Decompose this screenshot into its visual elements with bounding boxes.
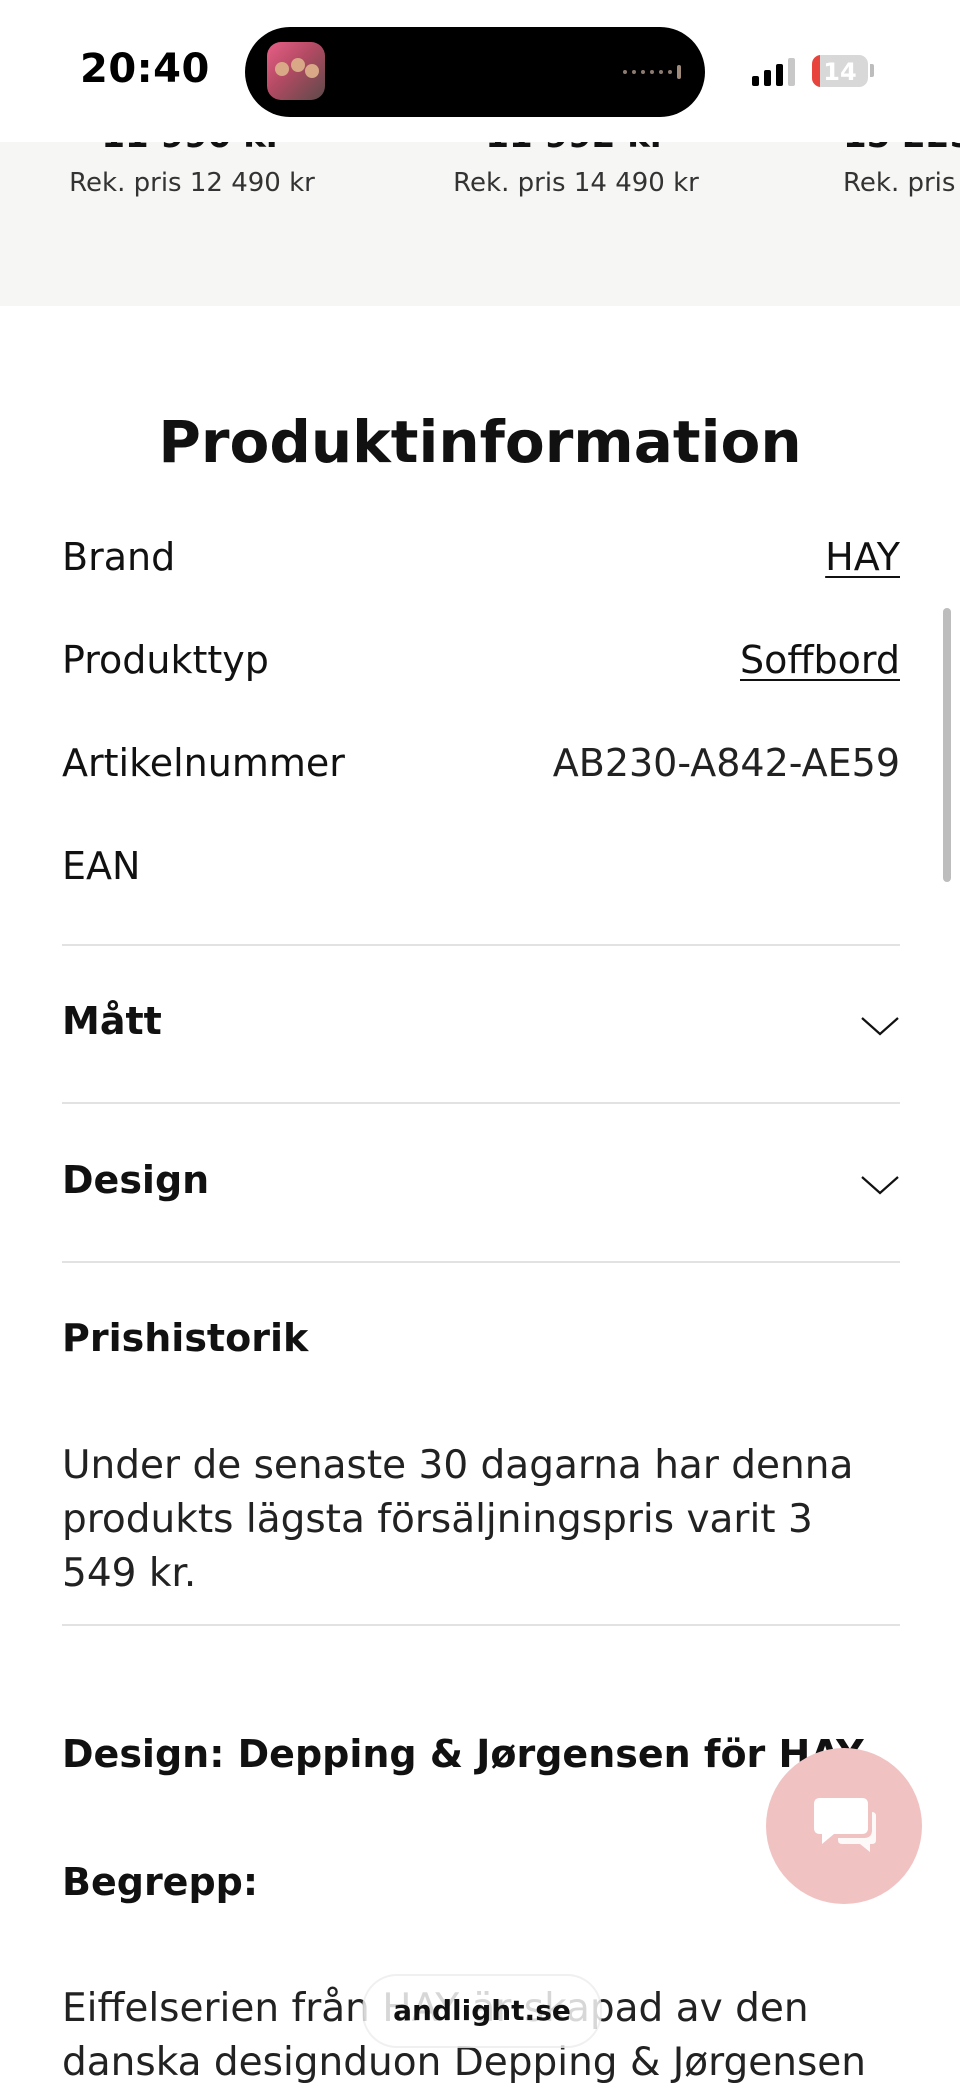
info-row-product-type: Produkttyp Soffbord <box>62 638 900 688</box>
chevron-down-icon <box>861 1017 899 1036</box>
dynamic-island[interactable] <box>245 27 705 117</box>
battery-percent: 14 <box>823 58 857 86</box>
info-row-ean: EAN <box>62 844 900 894</box>
product-price: 11 992 kr <box>406 142 746 156</box>
price-history-title: Prishistorik <box>62 1316 309 1360</box>
recommended-price: Rek. pris 1 <box>843 168 960 198</box>
status-bar: 20:40 14 <box>0 0 960 142</box>
chat-bubble-icon <box>814 1798 876 1852</box>
audio-waveform-icon <box>623 65 681 79</box>
accordion-design[interactable]: Design <box>62 1144 900 1224</box>
related-products-carousel[interactable]: 11 990 kr Rek. pris 12 490 kr 11 992 kr … <box>0 142 960 306</box>
chevron-down-icon <box>861 1176 899 1195</box>
info-row-article-number: Artikelnummer AB230-A842-AE59 <box>62 741 900 791</box>
battery-cap <box>870 64 874 77</box>
divider <box>62 1261 900 1263</box>
album-art-icon <box>267 42 325 100</box>
price-history-text: Under de senaste 30 dagarna har denna pr… <box>62 1443 854 1596</box>
status-time: 20:40 <box>80 46 210 92</box>
battery-icon: 14 <box>812 55 868 87</box>
info-label: EAN <box>62 844 141 888</box>
product-info-heading: Produktinformation <box>158 408 802 476</box>
accordion-title: Mått <box>62 999 162 1043</box>
scrollbar[interactable] <box>943 608 951 882</box>
article-number-value: AB230-A842-AE59 <box>552 741 900 785</box>
product-type-link[interactable]: Soffbord <box>740 638 900 682</box>
divider <box>62 944 900 946</box>
accordion-title: Design <box>62 1158 210 1202</box>
recommended-price: Rek. pris 14 490 kr <box>453 168 699 198</box>
product-price: 11 990 kr <box>22 142 362 156</box>
designer-line: Design: Depping & Jørgensen för HAY <box>62 1732 864 1776</box>
accordion-matt[interactable]: Mått <box>62 985 900 1065</box>
begrepp-title: Begrepp: <box>62 1860 259 1904</box>
cellular-signal-icon <box>752 56 795 86</box>
url-text: andlight.se <box>393 1994 571 2027</box>
info-label: Artikelnummer <box>62 741 345 785</box>
info-label: Produkttyp <box>62 638 269 682</box>
product-price: 15 225 kr <box>843 142 960 156</box>
divider <box>62 1624 900 1626</box>
browser-address-bar[interactable]: andlight.se <box>362 1974 602 2048</box>
info-label: Brand <box>62 535 176 579</box>
info-row-brand: Brand HAY <box>62 535 900 585</box>
brand-link[interactable]: HAY <box>825 535 900 579</box>
chat-button[interactable] <box>766 1748 922 1904</box>
recommended-price: Rek. pris 12 490 kr <box>69 168 315 198</box>
divider <box>62 1102 900 1104</box>
